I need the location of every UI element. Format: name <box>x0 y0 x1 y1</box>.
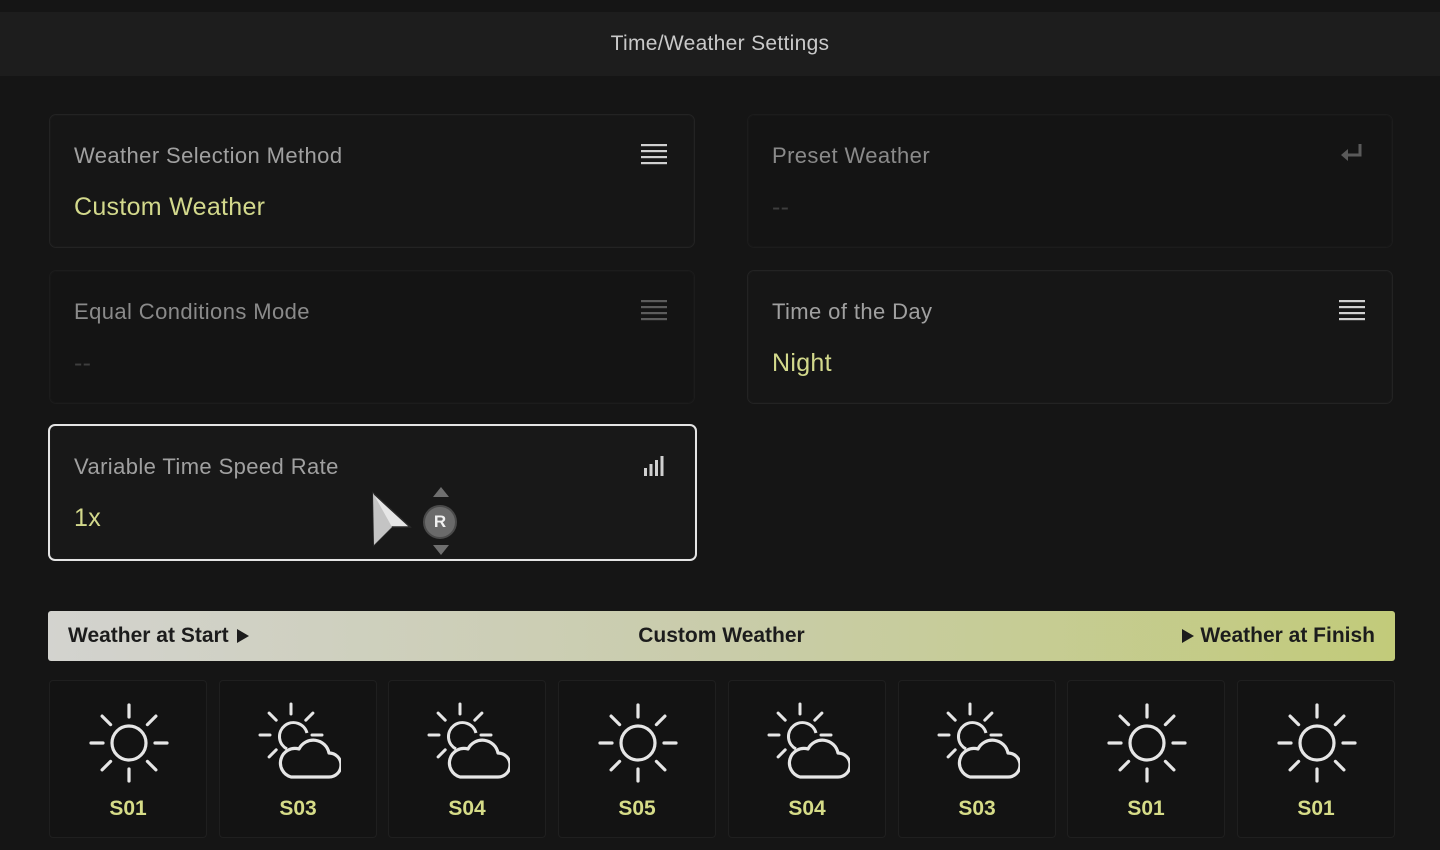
partly-cloudy-icon <box>427 702 510 779</box>
weather-slot-label: S03 <box>958 797 996 820</box>
screen: Time/Weather Settings Weather Selection … <box>0 0 1440 850</box>
play-arrow-icon <box>236 629 249 643</box>
list-icon <box>641 300 667 321</box>
weather-slot[interactable]: S04 <box>388 680 546 838</box>
card-value: Night <box>772 349 832 377</box>
weather-slot[interactable]: S04 <box>728 680 886 838</box>
partly-cloudy-icon <box>767 702 850 779</box>
sun-icon <box>1107 703 1187 783</box>
weather-slot-label: S01 <box>109 797 147 820</box>
weather-slot-label: S01 <box>1127 797 1165 820</box>
list-icon <box>1339 300 1365 321</box>
card-label: Preset Weather <box>772 143 931 168</box>
weather-timeline-banner: Weather at Start Custom Weather Weather … <box>48 611 1395 661</box>
list-icon <box>641 144 667 165</box>
weather-slot[interactable]: S01 <box>1237 680 1395 838</box>
r-stick-button[interactable]: R <box>423 505 457 539</box>
partly-cloudy-icon <box>937 702 1020 779</box>
weather-slot-label: S05 <box>618 797 656 820</box>
partly-cloudy-icon <box>258 702 341 779</box>
card-value: -- <box>772 193 790 221</box>
weather-at-start-heading: Weather at Start <box>68 611 249 661</box>
stick-up-arrow-icon <box>433 487 449 497</box>
card-value: 1x <box>74 504 102 532</box>
weather-slots: S01 S03 S04 S05 S04 S03 S01 S01 <box>49 680 1395 838</box>
enter-icon <box>1341 144 1362 161</box>
page-title: Time/Weather Settings <box>0 12 1440 76</box>
pointer-cursor-icon <box>372 491 412 547</box>
weather-slot[interactable]: S01 <box>49 680 207 838</box>
weather-slot[interactable]: S03 <box>219 680 377 838</box>
preset-weather-card[interactable]: Preset Weather -- <box>747 114 1393 248</box>
sun-icon <box>1277 703 1357 783</box>
banner-left-label: Weather at Start <box>68 624 229 647</box>
card-value: -- <box>74 349 92 377</box>
weather-slot-label: S04 <box>788 797 826 820</box>
card-label: Equal Conditions Mode <box>74 299 310 324</box>
equal-conditions-mode-card[interactable]: Equal Conditions Mode -- <box>49 270 695 404</box>
card-label: Time of the Day <box>772 299 933 324</box>
card-label: Variable Time Speed Rate <box>74 454 339 479</box>
stick-down-arrow-icon <box>433 545 449 555</box>
card-value: Custom Weather <box>74 193 266 221</box>
weather-slot[interactable]: S03 <box>898 680 1056 838</box>
weather-slot-label: S03 <box>279 797 317 820</box>
weather-slot-label: S04 <box>448 797 486 820</box>
time-of-day-card[interactable]: Time of the Day Night <box>747 270 1393 404</box>
sun-icon <box>598 703 678 783</box>
weather-selection-method-card[interactable]: Weather Selection Method Custom Weather <box>49 114 695 248</box>
card-label: Weather Selection Method <box>74 143 343 168</box>
play-arrow-icon <box>1182 629 1195 643</box>
sun-icon <box>89 703 169 783</box>
weather-slot[interactable]: S05 <box>558 680 716 838</box>
weather-at-finish-heading: Weather at Finish <box>1182 611 1375 661</box>
signal-bars-icon <box>644 456 664 476</box>
weather-slot-label: S01 <box>1297 797 1335 820</box>
banner-right-label: Weather at Finish <box>1200 624 1375 647</box>
weather-slot[interactable]: S01 <box>1067 680 1225 838</box>
